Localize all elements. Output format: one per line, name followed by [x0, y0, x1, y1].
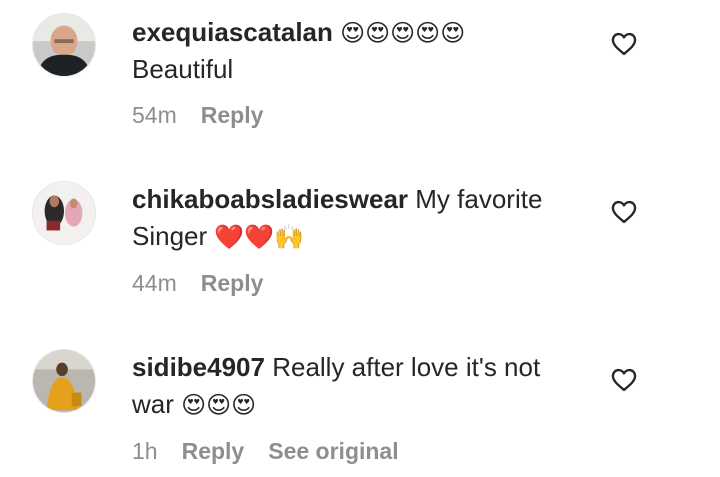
heart-icon [611, 32, 637, 56]
comment-username[interactable]: sidibe4907 [132, 352, 265, 382]
comment-username[interactable]: exequiascatalan [132, 17, 333, 47]
comment-text-second-line: Singer [132, 221, 215, 251]
user-avatar-photo [33, 182, 95, 244]
comment-text-content: Really after love it's not [264, 352, 541, 382]
comment-timestamp: 44m [132, 270, 177, 296]
reply-button[interactable]: Reply [201, 270, 264, 297]
comment-meta: 54m Reply [132, 102, 263, 129]
comment-text-second-line: Beautiful [132, 54, 234, 84]
avatar[interactable] [32, 349, 96, 413]
user-avatar-photo [33, 350, 95, 412]
comment-meta: 1h Reply See original [132, 438, 399, 465]
comment-text: sidibe4907 Really after love it's not wa… [132, 349, 582, 423]
comment-text: exequiascatalan 😍😍😍😍😍 Beautiful [132, 14, 582, 88]
heart-icon [611, 368, 637, 392]
comment-username[interactable]: chikaboabsladieswear [132, 184, 408, 214]
see-original-button[interactable]: See original [268, 438, 398, 465]
reply-button[interactable]: Reply [182, 438, 245, 465]
comment-emojis-second: ❤️❤️🙌 [214, 223, 305, 251]
like-button[interactable] [610, 366, 638, 394]
like-button[interactable] [610, 30, 638, 58]
heart-icon [611, 200, 637, 224]
comment-text: chikaboabsladieswear My favorite Singer … [132, 181, 582, 255]
comment-emojis: 😍😍😍😍😍 [340, 19, 466, 47]
comment-meta: 44m Reply [132, 270, 263, 297]
avatar[interactable] [32, 13, 96, 77]
comment-timestamp: 1h [132, 438, 158, 464]
comment-text-second-line: war [132, 389, 182, 419]
user-avatar-photo [33, 14, 95, 76]
avatar[interactable] [32, 181, 96, 245]
comment-text-content: My favorite [408, 184, 543, 214]
like-button[interactable] [610, 198, 638, 226]
reply-button[interactable]: Reply [201, 102, 264, 129]
comment-timestamp: 54m [132, 102, 177, 128]
comment-emojis-second: 😍😍😍 [181, 391, 257, 419]
